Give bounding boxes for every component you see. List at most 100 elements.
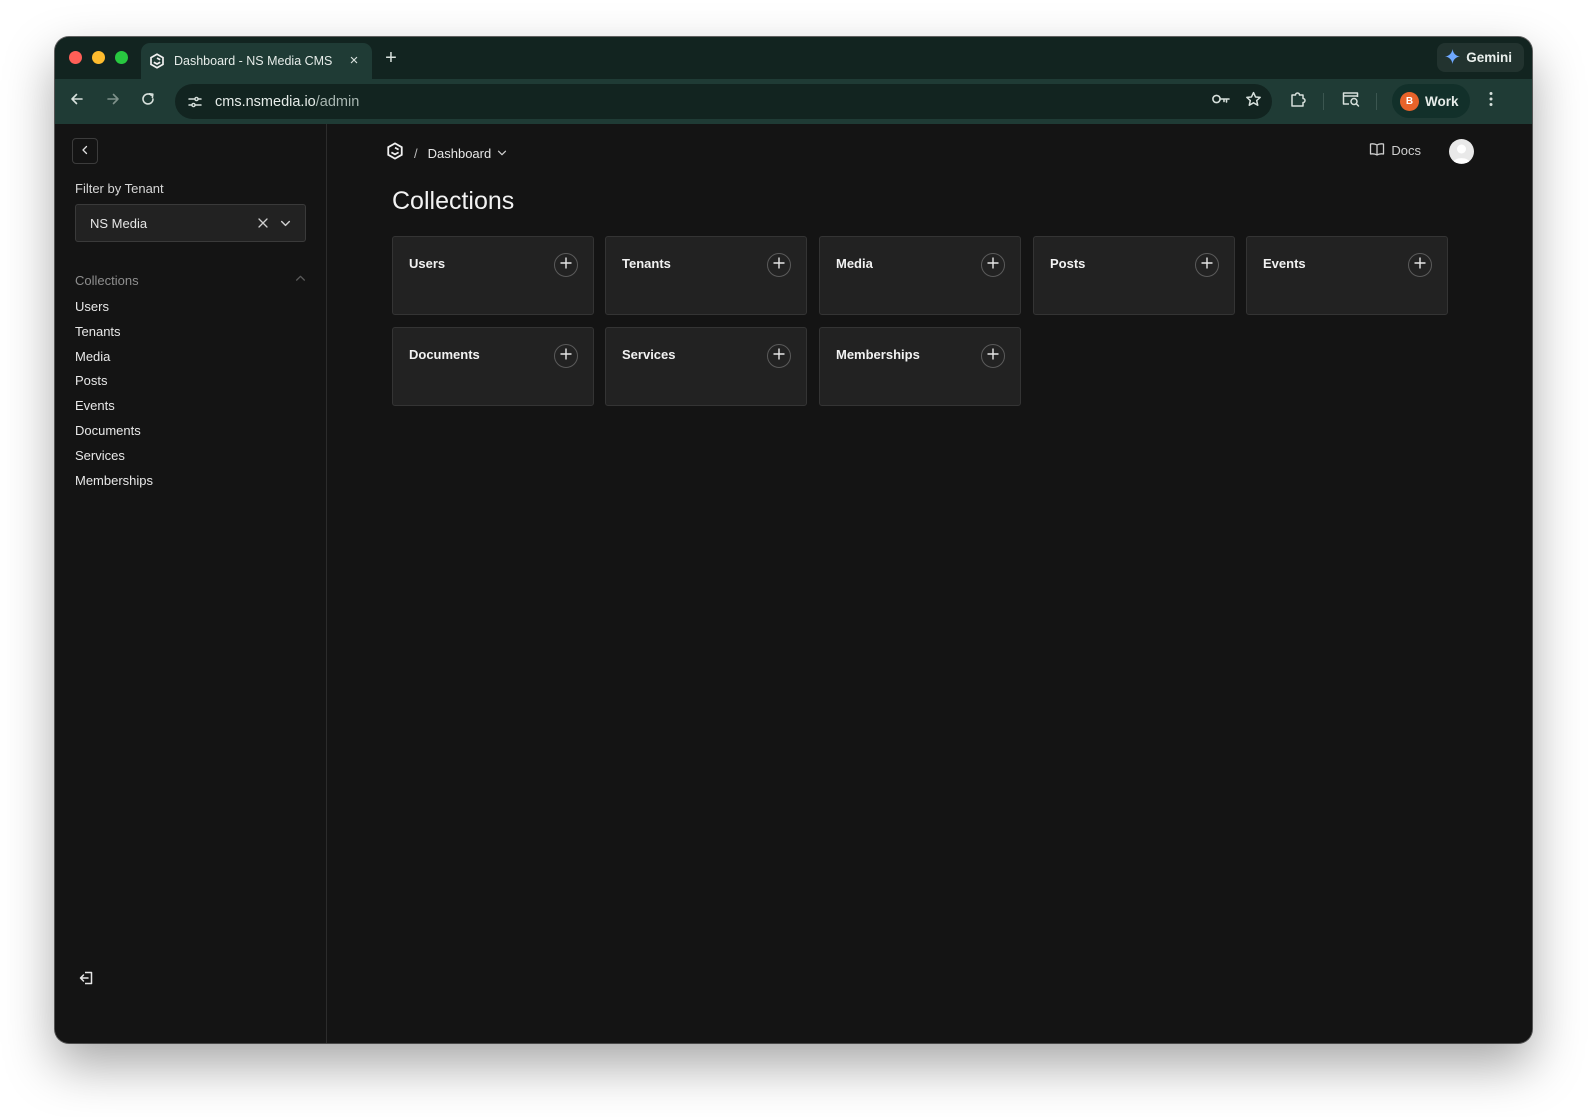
collection-card-documents[interactable]: Documents	[392, 327, 594, 406]
collection-card-events[interactable]: Events	[1246, 236, 1448, 315]
logout-button[interactable]	[75, 969, 97, 991]
plus-icon	[987, 256, 999, 274]
kebab-menu-icon	[1489, 91, 1493, 112]
browser-toolbar: cms.nsmedia.io/admin B Work	[55, 79, 1532, 124]
plus-icon	[560, 347, 572, 365]
tab-search-button[interactable]	[1339, 89, 1363, 113]
star-icon[interactable]	[1245, 91, 1262, 113]
site-settings-icon[interactable]	[183, 90, 207, 114]
key-icon[interactable]	[1211, 91, 1231, 112]
gemini-sparkle-icon	[1445, 48, 1461, 67]
url-path: /admin	[315, 93, 360, 110]
docs-label: Docs	[1391, 143, 1421, 158]
chevron-down-icon[interactable]	[275, 213, 295, 233]
filter-by-tenant-label: Filter by Tenant	[75, 181, 164, 196]
sidebar-item-memberships[interactable]: Memberships	[75, 471, 153, 496]
cms-logo-icon	[149, 53, 165, 69]
tab-close-button[interactable]: ×	[346, 53, 362, 69]
collection-card-label: Memberships	[836, 347, 920, 362]
add-service-button[interactable]	[767, 344, 791, 368]
plus-icon	[1414, 256, 1426, 274]
profile-avatar: B	[1400, 91, 1419, 111]
sidebar-item-documents[interactable]: Documents	[75, 421, 153, 446]
collection-card-label: Media	[836, 256, 873, 271]
back-button[interactable]	[64, 88, 90, 114]
add-post-button[interactable]	[1195, 253, 1219, 277]
avatar[interactable]	[1449, 139, 1474, 164]
add-user-button[interactable]	[554, 253, 578, 277]
tab-strip: Dashboard - NS Media CMS × + Gemini	[55, 37, 1532, 79]
url-host: cms.nsmedia.io	[215, 93, 316, 110]
forward-button[interactable]	[100, 88, 126, 114]
chevron-left-icon	[80, 142, 90, 160]
browser-window: Dashboard - NS Media CMS × + Gemini cms.…	[55, 37, 1532, 1043]
cms-logo-icon[interactable]	[386, 141, 404, 165]
collection-card-label: Services	[622, 347, 676, 362]
maximize-window-button[interactable]	[115, 51, 128, 64]
main-content: / Dashboard Docs Collections Users Tenan…	[328, 124, 1532, 1043]
extensions-button[interactable]	[1286, 89, 1310, 113]
collections-group-label: Collections	[75, 272, 139, 288]
add-event-button[interactable]	[1408, 253, 1432, 277]
sidebar-item-media[interactable]: Media	[75, 347, 153, 372]
tab-search-icon	[1341, 90, 1361, 113]
collections-nav: Users Tenants Media Posts Events Documen…	[75, 297, 153, 495]
sidebar: Filter by Tenant NS Media Collections Us…	[55, 124, 327, 1043]
browser-menu-button[interactable]	[1479, 89, 1503, 113]
plus-icon	[560, 256, 572, 274]
logout-icon	[78, 970, 94, 991]
close-window-button[interactable]	[69, 51, 82, 64]
new-tab-button[interactable]: +	[380, 47, 402, 69]
docs-link[interactable]: Docs	[1369, 142, 1421, 159]
cms-page: Filter by Tenant NS Media Collections Us…	[55, 124, 1532, 1043]
collection-card-users[interactable]: Users	[392, 236, 594, 315]
breadcrumb-dashboard[interactable]: Dashboard	[428, 146, 508, 161]
collection-card-memberships[interactable]: Memberships	[819, 327, 1021, 406]
gemini-label: Gemini	[1466, 50, 1512, 65]
breadcrumb-separator: /	[414, 145, 418, 161]
collection-card-tenants[interactable]: Tenants	[605, 236, 807, 315]
collection-card-label: Users	[409, 256, 446, 271]
collection-card-posts[interactable]: Posts	[1033, 236, 1235, 315]
plus-icon	[773, 347, 785, 365]
sidebar-item-users[interactable]: Users	[75, 297, 153, 322]
arrow-right-icon	[105, 91, 121, 112]
add-document-button[interactable]	[554, 344, 578, 368]
sidebar-item-tenants[interactable]: Tenants	[75, 322, 153, 347]
plus-icon	[1201, 256, 1213, 274]
sidebar-item-services[interactable]: Services	[75, 446, 153, 471]
plus-icon	[773, 256, 785, 274]
tenant-select[interactable]: NS Media	[75, 204, 306, 242]
collection-card-services[interactable]: Services	[605, 327, 807, 406]
sidebar-item-events[interactable]: Events	[75, 396, 153, 421]
add-membership-button[interactable]	[981, 344, 1005, 368]
arrow-left-icon	[69, 91, 85, 112]
page-title: Collections	[392, 187, 515, 215]
browser-tab-active[interactable]: Dashboard - NS Media CMS ×	[141, 43, 372, 79]
user-silhouette-icon	[1453, 144, 1470, 163]
collapse-sidebar-button[interactable]	[72, 138, 98, 164]
collections-group-toggle[interactable]: Collections	[75, 271, 306, 289]
plus-icon	[987, 347, 999, 365]
url-text: cms.nsmedia.io/admin	[215, 94, 359, 110]
reload-icon	[140, 91, 156, 112]
minimize-window-button[interactable]	[92, 51, 105, 64]
address-bar[interactable]: cms.nsmedia.io/admin	[175, 84, 1272, 119]
sidebar-item-posts[interactable]: Posts	[75, 371, 153, 396]
breadcrumb-dashboard-label: Dashboard	[427, 145, 492, 161]
address-bar-actions	[1211, 84, 1262, 119]
collection-card-label: Tenants	[622, 256, 671, 271]
reload-button[interactable]	[135, 88, 161, 114]
book-icon	[1369, 142, 1385, 159]
collection-card-label: Posts	[1050, 256, 1086, 271]
gemini-button[interactable]: Gemini	[1437, 43, 1524, 72]
tab-title: Dashboard - NS Media CMS	[174, 54, 333, 68]
collection-card-media[interactable]: Media	[819, 236, 1021, 315]
tenant-select-value: NS Media	[90, 215, 148, 231]
toolbar-divider	[1323, 93, 1324, 110]
add-media-button[interactable]	[981, 253, 1005, 277]
close-icon[interactable]	[253, 213, 273, 233]
profile-button[interactable]: B Work	[1392, 84, 1470, 118]
add-tenant-button[interactable]	[767, 253, 791, 277]
chevron-down-icon	[497, 146, 507, 161]
